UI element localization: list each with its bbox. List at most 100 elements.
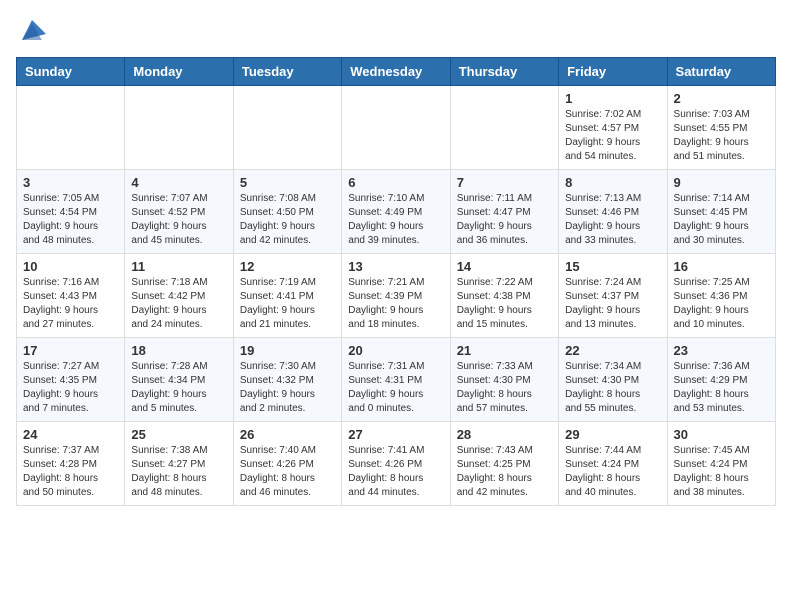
- calendar-table: SundayMondayTuesdayWednesdayThursdayFrid…: [16, 57, 776, 506]
- day-info: Sunrise: 7:03 AM Sunset: 4:55 PM Dayligh…: [674, 108, 769, 164]
- day-info: Sunrise: 7:05 AM Sunset: 4:54 PM Dayligh…: [23, 192, 118, 248]
- calendar-week-row: 3 Sunrise: 7:05 AM Sunset: 4:54 PM Daylig…: [17, 170, 776, 254]
- day-number: 26: [240, 427, 335, 442]
- calendar-week-row: 1 Sunrise: 7:02 AM Sunset: 4:57 PM Daylig…: [17, 86, 776, 170]
- day-number: 2: [674, 91, 769, 106]
- day-info: Sunrise: 7:21 AM Sunset: 4:39 PM Dayligh…: [348, 276, 443, 332]
- day-number: 20: [348, 343, 443, 358]
- day-info: Sunrise: 7:08 AM Sunset: 4:50 PM Dayligh…: [240, 192, 335, 248]
- day-number: 11: [131, 259, 226, 274]
- calendar-cell: 1 Sunrise: 7:02 AM Sunset: 4:57 PM Daylig…: [559, 86, 667, 170]
- calendar-cell: 13 Sunrise: 7:21 AM Sunset: 4:39 PM Dayli…: [342, 254, 450, 338]
- day-info: Sunrise: 7:19 AM Sunset: 4:41 PM Dayligh…: [240, 276, 335, 332]
- day-number: 25: [131, 427, 226, 442]
- day-info: Sunrise: 7:34 AM Sunset: 4:30 PM Dayligh…: [565, 360, 660, 416]
- day-number: 10: [23, 259, 118, 274]
- column-header-tuesday: Tuesday: [233, 58, 341, 86]
- day-info: Sunrise: 7:14 AM Sunset: 4:45 PM Dayligh…: [674, 192, 769, 248]
- day-number: 17: [23, 343, 118, 358]
- day-number: 19: [240, 343, 335, 358]
- day-info: Sunrise: 7:44 AM Sunset: 4:24 PM Dayligh…: [565, 444, 660, 500]
- day-number: 30: [674, 427, 769, 442]
- calendar-cell: 29 Sunrise: 7:44 AM Sunset: 4:24 PM Dayli…: [559, 422, 667, 506]
- day-info: Sunrise: 7:36 AM Sunset: 4:29 PM Dayligh…: [674, 360, 769, 416]
- day-info: Sunrise: 7:40 AM Sunset: 4:26 PM Dayligh…: [240, 444, 335, 500]
- calendar-cell: 17 Sunrise: 7:27 AM Sunset: 4:35 PM Dayli…: [17, 338, 125, 422]
- day-info: Sunrise: 7:13 AM Sunset: 4:46 PM Dayligh…: [565, 192, 660, 248]
- column-header-saturday: Saturday: [667, 58, 775, 86]
- calendar-cell: 8 Sunrise: 7:13 AM Sunset: 4:46 PM Daylig…: [559, 170, 667, 254]
- day-info: Sunrise: 7:43 AM Sunset: 4:25 PM Dayligh…: [457, 444, 552, 500]
- calendar-cell: 20 Sunrise: 7:31 AM Sunset: 4:31 PM Dayli…: [342, 338, 450, 422]
- day-number: 6: [348, 175, 443, 190]
- day-number: 7: [457, 175, 552, 190]
- calendar-cell: 22 Sunrise: 7:34 AM Sunset: 4:30 PM Dayli…: [559, 338, 667, 422]
- day-number: 24: [23, 427, 118, 442]
- calendar-cell: 30 Sunrise: 7:45 AM Sunset: 4:24 PM Dayli…: [667, 422, 775, 506]
- day-number: 1: [565, 91, 660, 106]
- day-info: Sunrise: 7:24 AM Sunset: 4:37 PM Dayligh…: [565, 276, 660, 332]
- logo-icon: [18, 16, 46, 44]
- day-info: Sunrise: 7:38 AM Sunset: 4:27 PM Dayligh…: [131, 444, 226, 500]
- column-header-thursday: Thursday: [450, 58, 558, 86]
- day-info: Sunrise: 7:33 AM Sunset: 4:30 PM Dayligh…: [457, 360, 552, 416]
- day-number: 12: [240, 259, 335, 274]
- day-number: 8: [565, 175, 660, 190]
- day-info: Sunrise: 7:22 AM Sunset: 4:38 PM Dayligh…: [457, 276, 552, 332]
- calendar-week-row: 17 Sunrise: 7:27 AM Sunset: 4:35 PM Dayli…: [17, 338, 776, 422]
- column-header-wednesday: Wednesday: [342, 58, 450, 86]
- day-number: 22: [565, 343, 660, 358]
- calendar-cell: 2 Sunrise: 7:03 AM Sunset: 4:55 PM Daylig…: [667, 86, 775, 170]
- day-info: Sunrise: 7:07 AM Sunset: 4:52 PM Dayligh…: [131, 192, 226, 248]
- day-number: 9: [674, 175, 769, 190]
- day-info: Sunrise: 7:37 AM Sunset: 4:28 PM Dayligh…: [23, 444, 118, 500]
- day-number: 3: [23, 175, 118, 190]
- day-number: 4: [131, 175, 226, 190]
- calendar-week-row: 10Sunrise: 7:16 AM Sunset: 4:43 PM Dayli…: [17, 254, 776, 338]
- day-number: 28: [457, 427, 552, 442]
- day-info: Sunrise: 7:10 AM Sunset: 4:49 PM Dayligh…: [348, 192, 443, 248]
- calendar-cell: 9 Sunrise: 7:14 AM Sunset: 4:45 PM Daylig…: [667, 170, 775, 254]
- calendar-cell: 12 Sunrise: 7:19 AM Sunset: 4:41 PM Dayli…: [233, 254, 341, 338]
- day-info: Sunrise: 7:11 AM Sunset: 4:47 PM Dayligh…: [457, 192, 552, 248]
- calendar-cell: 25 Sunrise: 7:38 AM Sunset: 4:27 PM Dayli…: [125, 422, 233, 506]
- logo: [16, 16, 46, 49]
- calendar-cell: 3 Sunrise: 7:05 AM Sunset: 4:54 PM Daylig…: [17, 170, 125, 254]
- column-header-sunday: Sunday: [17, 58, 125, 86]
- calendar-cell: 10Sunrise: 7:16 AM Sunset: 4:43 PM Dayli…: [17, 254, 125, 338]
- calendar-cell: 5Sunrise: 7:08 AM Sunset: 4:50 PM Daylig…: [233, 170, 341, 254]
- calendar-cell: [450, 86, 558, 170]
- day-number: 29: [565, 427, 660, 442]
- calendar-cell: 7 Sunrise: 7:11 AM Sunset: 4:47 PM Daylig…: [450, 170, 558, 254]
- calendar-cell: 24 Sunrise: 7:37 AM Sunset: 4:28 PM Dayli…: [17, 422, 125, 506]
- day-number: 27: [348, 427, 443, 442]
- calendar-cell: 18Sunrise: 7:28 AM Sunset: 4:34 PM Dayli…: [125, 338, 233, 422]
- calendar-header-row: SundayMondayTuesdayWednesdayThursdayFrid…: [17, 58, 776, 86]
- calendar-cell: [233, 86, 341, 170]
- calendar-cell: 15Sunrise: 7:24 AM Sunset: 4:37 PM Dayli…: [559, 254, 667, 338]
- day-number: 18: [131, 343, 226, 358]
- calendar-cell: [342, 86, 450, 170]
- day-info: Sunrise: 7:30 AM Sunset: 4:32 PM Dayligh…: [240, 360, 335, 416]
- page-header: [16, 16, 776, 49]
- day-info: Sunrise: 7:31 AM Sunset: 4:31 PM Dayligh…: [348, 360, 443, 416]
- calendar-cell: 26 Sunrise: 7:40 AM Sunset: 4:26 PM Dayli…: [233, 422, 341, 506]
- day-number: 13: [348, 259, 443, 274]
- day-info: Sunrise: 7:27 AM Sunset: 4:35 PM Dayligh…: [23, 360, 118, 416]
- calendar-cell: 27 Sunrise: 7:41 AM Sunset: 4:26 PM Dayli…: [342, 422, 450, 506]
- calendar-week-row: 24 Sunrise: 7:37 AM Sunset: 4:28 PM Dayli…: [17, 422, 776, 506]
- day-number: 14: [457, 259, 552, 274]
- calendar-cell: 28 Sunrise: 7:43 AM Sunset: 4:25 PM Dayli…: [450, 422, 558, 506]
- calendar-cell: 11 Sunrise: 7:18 AM Sunset: 4:42 PM Dayli…: [125, 254, 233, 338]
- calendar-cell: 14 Sunrise: 7:22 AM Sunset: 4:38 PM Dayli…: [450, 254, 558, 338]
- day-info: Sunrise: 7:18 AM Sunset: 4:42 PM Dayligh…: [131, 276, 226, 332]
- calendar-cell: [17, 86, 125, 170]
- calendar-cell: 16Sunrise: 7:25 AM Sunset: 4:36 PM Dayli…: [667, 254, 775, 338]
- calendar-cell: 23 Sunrise: 7:36 AM Sunset: 4:29 PM Dayli…: [667, 338, 775, 422]
- day-info: Sunrise: 7:41 AM Sunset: 4:26 PM Dayligh…: [348, 444, 443, 500]
- day-number: 23: [674, 343, 769, 358]
- column-header-friday: Friday: [559, 58, 667, 86]
- day-info: Sunrise: 7:45 AM Sunset: 4:24 PM Dayligh…: [674, 444, 769, 500]
- day-info: Sunrise: 7:02 AM Sunset: 4:57 PM Dayligh…: [565, 108, 660, 164]
- calendar-cell: [125, 86, 233, 170]
